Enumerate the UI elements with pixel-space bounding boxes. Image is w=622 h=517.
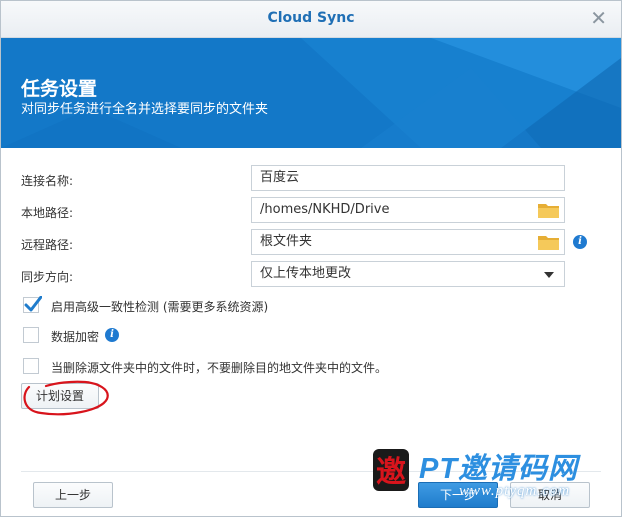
local-path-value: /homes/NKHD/Drive	[260, 202, 390, 217]
consistency-check-label: 启用高级一致性检测 (需要更多系统资源)	[51, 300, 269, 314]
info-icon[interactable]: i	[573, 235, 587, 249]
header-banner: 任务设置 对同步任务进行全名并选择要同步的文件夹	[1, 38, 621, 148]
consistency-check-checkbox[interactable]	[23, 296, 42, 313]
cloud-sync-dialog: Cloud Sync ✕ 任务设置 对同步任务进行全名并选择要同步的文件夹 连接…	[0, 0, 622, 517]
banner-heading: 任务设置	[21, 78, 98, 100]
watermark-logo: 邀	[373, 449, 409, 491]
close-icon[interactable]: ✕	[590, 7, 607, 29]
window-title: Cloud Sync	[267, 10, 355, 26]
watermark-url: www.ptyqm.com	[459, 483, 571, 499]
remote-path-value: 根文件夹	[260, 234, 313, 249]
folder-icon[interactable]	[536, 200, 562, 220]
connection-name-label: 连接名称:	[21, 174, 74, 188]
encryption-checkbox[interactable]	[23, 327, 39, 343]
back-button[interactable]: 上一步	[33, 482, 113, 508]
remote-path-input[interactable]: 根文件夹	[251, 229, 565, 255]
sync-direction-label: 同步方向:	[21, 270, 74, 284]
watermark-text: PT邀请码网	[419, 453, 579, 485]
chevron-down-icon	[544, 272, 554, 278]
banner-subheading: 对同步任务进行全名并选择要同步的文件夹	[21, 102, 269, 117]
sync-direction-value: 仅上传本地更改	[260, 266, 352, 281]
info-icon[interactable]: i	[105, 328, 119, 342]
checkmark-icon	[24, 296, 42, 312]
remote-path-label: 远程路径:	[21, 238, 74, 252]
connection-name-value: 百度云	[260, 170, 300, 185]
sync-direction-select[interactable]: 仅上传本地更改	[251, 261, 565, 287]
watermark-logo-char: 邀	[376, 455, 406, 490]
local-path-label: 本地路径:	[21, 206, 74, 220]
local-path-input[interactable]: /homes/NKHD/Drive	[251, 197, 565, 223]
title-bar: Cloud Sync ✕	[1, 1, 621, 38]
folder-icon[interactable]	[536, 232, 562, 252]
encryption-label: 数据加密	[51, 330, 100, 344]
connection-name-input[interactable]: 百度云	[251, 165, 565, 191]
annotation-circle	[23, 380, 109, 416]
